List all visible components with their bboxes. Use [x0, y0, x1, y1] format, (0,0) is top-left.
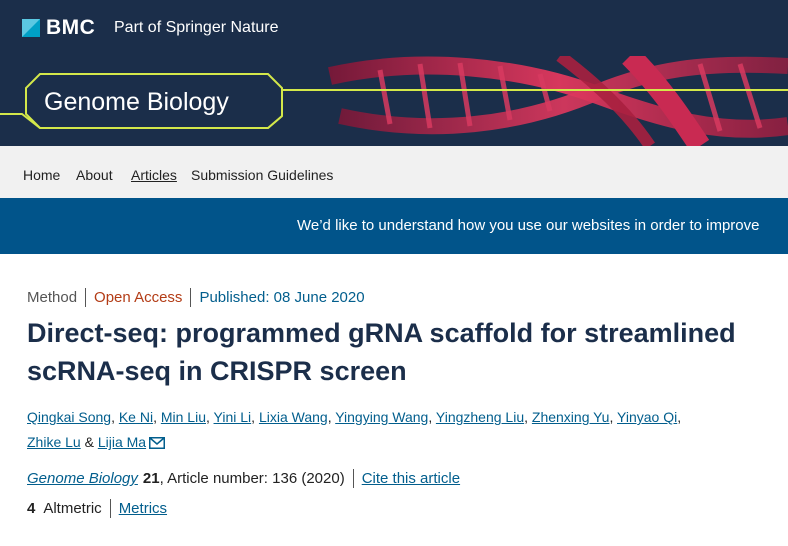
nav-home[interactable]: Home [23, 167, 60, 183]
top-bar: BMC Part of Springer Nature [0, 0, 788, 56]
metrics-link[interactable]: Metrics [119, 500, 167, 517]
survey-banner[interactable]: We’d like to understand how you use our … [0, 198, 788, 254]
author-link[interactable]: Yingzheng Liu [436, 409, 524, 425]
bmc-square-icon [22, 19, 40, 37]
article-number: , Article number: 136 (2020) [159, 470, 345, 487]
journal-title[interactable]: Genome Biology [44, 88, 229, 117]
article-title: Direct-seq: programmed gRNA scaffold for… [27, 318, 736, 386]
author-link[interactable]: Lixia Wang [259, 409, 328, 425]
altmetric-label: Altmetric [43, 500, 102, 517]
altmetric-count: 4 [27, 500, 36, 517]
published-date: Published: 08 June 2020 [199, 289, 365, 306]
author-list: Qingkai Song, Ke Ni, Min Liu, Yini Li, L… [27, 409, 682, 450]
citation-row: Genome Biology 21 , Article number: 136 … [27, 469, 460, 488]
envelope-icon[interactable] [149, 437, 166, 450]
divider [352, 469, 354, 488]
journal-banner: Genome Biology [0, 56, 788, 146]
nav-submission-guidelines[interactable]: Submission Guidelines [191, 167, 333, 183]
author-link[interactable]: Yinyao Qi [617, 409, 677, 425]
journal-link[interactable]: Genome Biology [27, 470, 138, 487]
author-link[interactable]: Zhike Lu [27, 434, 81, 450]
divider [109, 499, 111, 518]
article-type: Method [27, 289, 78, 306]
survey-text[interactable]: We’d like to understand how you use our … [297, 217, 759, 234]
volume: 21 [142, 470, 160, 487]
bmc-logo-text: BMC [46, 16, 96, 39]
author-link[interactable]: Yingying Wang [335, 409, 428, 425]
author-conjunction: & [84, 434, 94, 450]
open-access-badge: Open Access [94, 289, 183, 306]
article-meta: Method Open Access Published: 08 June 20… [27, 288, 365, 307]
author-link[interactable]: Yini Li [214, 409, 252, 425]
nav-about[interactable]: About [76, 167, 113, 183]
author-link-corresponding[interactable]: Lijia Ma [98, 434, 146, 450]
journal-nav: Home About Articles Submission Guideline… [0, 146, 788, 198]
altmetric-row: 4 Altmetric Metrics [27, 499, 167, 518]
nav-articles[interactable]: Articles [131, 167, 177, 183]
publisher-tagline: Part of Springer Nature [114, 19, 279, 36]
author-link[interactable]: Ke Ni [119, 409, 153, 425]
author-link[interactable]: Min Liu [161, 409, 206, 425]
divider [85, 288, 87, 307]
author-link[interactable]: Zhenxing Yu [532, 409, 610, 425]
author-link[interactable]: Qingkai Song [27, 409, 111, 425]
divider [190, 288, 192, 307]
bmc-logo-link[interactable]: BMC [22, 16, 95, 40]
cite-this-article-link[interactable]: Cite this article [362, 470, 460, 487]
